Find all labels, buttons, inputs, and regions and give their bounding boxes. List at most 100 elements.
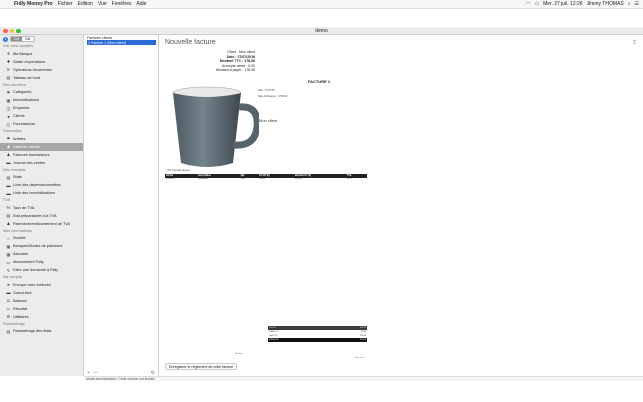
sidebar-item[interactable]: ▤ Etat préparatoire à la TVA: [0, 212, 83, 220]
info-icon[interactable]: i: [3, 36, 8, 42]
sidebar-item[interactable]: ♟ Paiement/remboursement de TVA: [0, 220, 83, 228]
sidebar-item[interactable]: % Taux de TVA: [0, 204, 83, 212]
mode-toggle-option-2[interactable]: Dér: [22, 37, 34, 41]
sidebar-item[interactable]: € Ma Banque: [0, 50, 83, 58]
sidebar-item[interactable]: ▤ Tableau de bord: [0, 74, 83, 82]
sidebar-item-label: Articles: [13, 136, 26, 141]
sidebar-item[interactable]: ▬ Grand-livre: [0, 289, 83, 297]
gear-icon[interactable]: ⚙: [151, 370, 155, 376]
sidebar-item-label: Etat préparatoire à la TVA: [13, 213, 57, 218]
minimize-window-icon[interactable]: [9, 28, 14, 33]
sidebar-item[interactable]: ⌂ Société: [0, 234, 83, 242]
result-icon: ▭: [6, 306, 11, 311]
invoice-meta: Date : 27/07/16 Date d'échéance : 27/08/…: [258, 88, 287, 100]
mode-toggle-option-1[interactable]: Cré: [11, 37, 23, 41]
euro-icon: €: [7, 51, 10, 56]
summary-value: 27/07/2016: [237, 54, 255, 59]
table-cell: 148,40: [294, 178, 302, 180]
menu-aide[interactable]: Aide: [136, 1, 146, 7]
totals-label: A REGLER: [269, 339, 280, 341]
table-cell: 20 %: [347, 178, 353, 180]
remove-invoice-button[interactable]: —: [93, 370, 98, 376]
menu-vue[interactable]: Vue: [98, 1, 107, 7]
summary-value: 0,00: [248, 63, 255, 68]
sidebar-item[interactable]: ▬ Journal des ventes: [0, 159, 83, 167]
register-payment-button[interactable]: Enregistrer le règlement de cette factur…: [165, 363, 238, 370]
sidebar-item[interactable]: ▬ Livre des dépenses/recettes: [0, 181, 83, 189]
sidebar-item[interactable]: ➤ Envoyer mes écritures: [0, 281, 83, 289]
sidebar-item[interactable]: ◫ Emprunts: [0, 104, 83, 112]
invoice-title: FACTURE 1: [307, 79, 331, 84]
zoom-window-icon[interactable]: [16, 28, 21, 33]
app-menu[interactable]: Fidly Money Pro: [14, 1, 53, 7]
vat-state-icon: ▤: [6, 213, 11, 218]
supplier-icon: ◰: [6, 121, 11, 127]
sidebar-toolbar: i Cré Dér: [0, 35, 83, 43]
sidebar-item[interactable]: ▭ Résultat: [0, 305, 83, 313]
list-item[interactable]: ▯ Facture 1 (Mon client): [87, 40, 156, 45]
sidebar-content: Voir mes comptes € Ma Banque ✚ Saisie d'opér…: [0, 43, 83, 335]
sidebar-item[interactable]: ▬ Liste des immobilisations: [0, 189, 83, 197]
sidebar-item[interactable]: ✎ Faire une demande à Fidly: [0, 266, 83, 274]
clients-icon: ●: [7, 113, 10, 119]
sidebar-item[interactable]: ▦ Immobilisations: [0, 96, 83, 104]
sidebar-item[interactable]: ✚ Saisie d'opérations: [0, 58, 83, 66]
sidebar-item-label: Paiement/remboursement de TVA: [13, 221, 71, 226]
user-name[interactable]: Jimmy THOMAS: [587, 1, 624, 7]
invoice-client-name: Mon client: [259, 118, 278, 123]
sidebar-item[interactable]: ♟ Factures fournisseurs: [0, 151, 83, 159]
sidebar-item-label: Associés: [13, 252, 29, 256]
sidebar-item[interactable]: ▭ Abonnement Fidly: [0, 258, 83, 266]
sidebar-item[interactable]: ♟ Factures clients: [0, 142, 83, 151]
sidebar-item-label: Faire une demande à Fidly: [13, 268, 59, 272]
invoice-list-pane: Factures clients ▯ Facture 1 (Mon client…: [84, 35, 159, 376]
share-icon[interactable]: ⇪: [632, 39, 637, 46]
sidebar-item-label: Société: [13, 236, 26, 240]
menu-fichier[interactable]: Fichier: [58, 1, 73, 7]
sidebar-item-label: Stats: [13, 175, 22, 179]
sidebar-item[interactable]: ◰ Fournisseurs: [0, 120, 83, 128]
sidebar-item-label: Opérations récurrentes: [13, 67, 52, 72]
utilities-icon: ⚙: [6, 314, 11, 319]
subscription-icon: ▭: [6, 259, 11, 265]
invoice-due-date: Date d'échéance : 27/08/16: [258, 95, 288, 98]
sidebar-item-label: Saisie d'opérations: [13, 59, 45, 64]
settings-icon: ▤: [6, 328, 11, 334]
sidebar-item[interactable]: ⚑ Catégories: [0, 88, 83, 96]
vat-rate-icon: %: [6, 205, 11, 210]
totals-label: Total HT: [269, 327, 277, 329]
close-window-icon[interactable]: [3, 28, 8, 33]
plus-icon: ✚: [6, 59, 11, 64]
list-footer: + — ⚙: [84, 369, 158, 376]
menu-fenetres[interactable]: Fenêtres: [112, 1, 132, 7]
wifi-icon[interactable]: ◠: [526, 1, 530, 7]
notification-center-icon[interactable]: ☰: [635, 1, 639, 7]
spotlight-search-icon[interactable]: ⌕: [628, 1, 631, 7]
sidebar-item[interactable]: ▤ Stats: [0, 173, 83, 181]
sidebar-item[interactable]: ⚖ Balance: [0, 297, 83, 305]
clock-text[interactable]: Mer. 27 juil. 12:26: [543, 1, 582, 7]
table-cell: 99,80: [259, 178, 266, 180]
menu-edition[interactable]: Edition: [78, 1, 93, 7]
sidebar-item[interactable]: ⚑ Articles: [0, 135, 83, 143]
sidebar-item-label: Livre des dépenses/recettes: [13, 183, 61, 187]
sidebar-item[interactable]: ▦ Banques/Modes de paiement: [0, 242, 83, 250]
sidebar-item[interactable]: ▦ Associés: [0, 250, 83, 258]
sidebar-item[interactable]: ⟳ Opérations récurrentes: [0, 66, 83, 74]
summary-label: Montant à payer :: [216, 68, 244, 73]
sidebar-item-label: Grand-livre: [13, 290, 32, 295]
assets-list-icon: ▬: [6, 190, 11, 196]
invoice-totals: Total HT 148,40 TVA 20 % 29,68 Total TTC 178,…: [268, 326, 367, 342]
supplier-invoice-icon: ♟: [6, 152, 11, 157]
status-menu-area: ◠ ▭ Mer. 27 juil. 12:26 Jimmy THOMAS ⌕ ☰: [526, 1, 643, 7]
sales-journal-icon: ▬: [6, 160, 11, 165]
summary-row: Montant à payer : 178,08: [167, 68, 255, 73]
balance-icon: ⚖: [6, 298, 11, 303]
list-item-label: Facture 1 (Mon client): [90, 40, 126, 45]
battery-icon[interactable]: ▭: [534, 1, 539, 7]
add-invoice-button[interactable]: +: [87, 370, 90, 376]
sidebar-item[interactable]: ⚙ Utilitaires: [0, 313, 83, 321]
sidebar-item[interactable]: ● Clients: [0, 112, 83, 120]
invoice-detail: Nouvelle facture ⇪ Client : Mon client Da…: [159, 35, 643, 376]
sidebar-item[interactable]: ▤ Paramétrage des états: [0, 327, 83, 335]
